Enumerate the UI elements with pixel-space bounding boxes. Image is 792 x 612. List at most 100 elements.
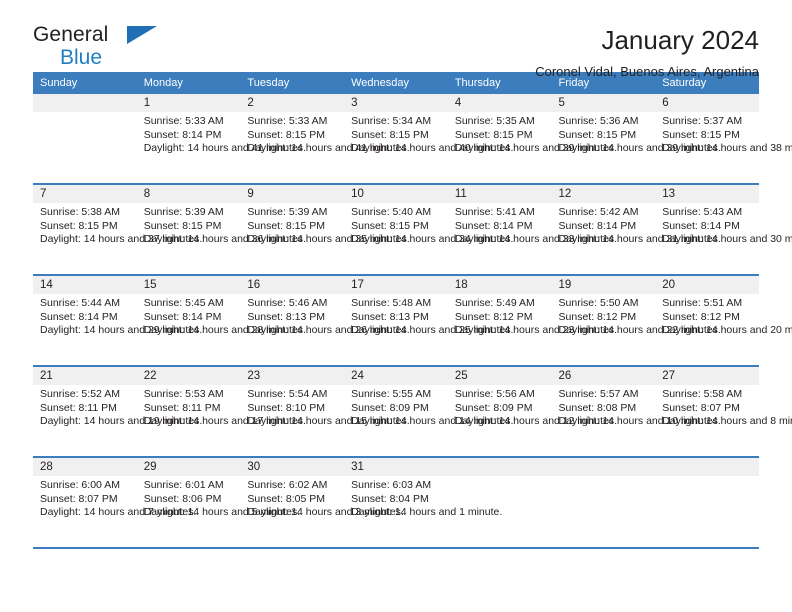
sunset-text: Sunset: 8:15 PM [558, 128, 637, 141]
calendar-day-cell[interactable]: 23 Sunrise: 5:54 AM Sunset: 8:10 PM Dayligh… [240, 366, 410, 458]
daylight-text: Daylight: 14 hours and 30 minutes. [662, 233, 792, 246]
day-info: Sunrise: 6:01 AM Sunset: 8:06 PM Daylight:… [137, 476, 300, 520]
sunset-text: Sunset: 8:08 PM [558, 401, 637, 414]
calendar-day-cell[interactable]: 6 Sunrise: 5:37 AM Sunset: 8:15 PM Daylight… [655, 94, 792, 185]
sunset-text: Sunset: 8:15 PM [662, 128, 740, 141]
sunrise-text: Sunrise: 5:44 AM [40, 297, 120, 309]
calendar-day-cell[interactable]: 2 Sunrise: 5:33 AM Sunset: 8:15 PM Daylight… [240, 94, 410, 185]
calendar-day-cell[interactable]: 1 Sunrise: 5:33 AM Sunset: 8:14 PM Daylight… [136, 94, 306, 185]
day-info: Sunrise: 5:46 AM Sunset: 8:13 PM Daylight:… [240, 294, 409, 338]
sunrise-text: Sunrise: 5:56 AM [454, 388, 535, 400]
title-block: January 2024 Coronel Vidal, Buenos Aires… [535, 24, 759, 80]
logo-text-blue: Blue [60, 46, 103, 69]
calendar-day-cell[interactable]: 9 Sunrise: 5:39 AM Sunset: 8:15 PM Daylight… [240, 184, 410, 276]
sunrise-text: Sunrise: 5:38 AM [40, 206, 120, 218]
calendar-day-cell[interactable]: 22 Sunrise: 5:53 AM Sunset: 8:11 PM Dayligh… [136, 366, 306, 458]
day-number: 14 [33, 276, 137, 294]
sunset-text: Sunset: 8:12 PM [558, 310, 637, 323]
day-info: Sunrise: 5:56 AM Sunset: 8:09 PM Daylight:… [448, 385, 617, 429]
calendar-day-cell[interactable]: 11 Sunrise: 5:41 AM Sunset: 8:14 PM Dayligh… [447, 184, 617, 276]
calendar-day-cell[interactable]: 14 Sunrise: 5:44 AM Sunset: 8:14 PM Dayligh… [33, 275, 202, 367]
calendar-day-cell[interactable]: 21 Sunrise: 5:52 AM Sunset: 8:11 PM Dayligh… [33, 366, 202, 458]
day-number: 30 [240, 458, 345, 476]
calendar-week-row: 7 Sunrise: 5:38 AM Sunset: 8:15 PM Daylight… [33, 184, 792, 276]
day-number: 23 [240, 367, 345, 385]
calendar-day-cell[interactable]: 31 Sunrise: 6:03 AM Sunset: 8:04 PM Dayligh… [344, 457, 502, 549]
calendar-cell-empty [655, 457, 759, 549]
day-number: 1 [136, 94, 241, 112]
calendar-day-cell[interactable]: 5 Sunrise: 5:36 AM Sunset: 8:15 PM Daylight… [551, 94, 721, 185]
calendar-day-cell[interactable]: 30 Sunrise: 6:02 AM Sunset: 8:05 PM Dayligh… [240, 457, 404, 549]
calendar-day-cell[interactable]: 19 Sunrise: 5:50 AM Sunset: 8:12 PM Dayligh… [551, 275, 721, 367]
day-info: Sunrise: 5:57 AM Sunset: 8:08 PM Daylight:… [552, 385, 721, 429]
day-cell-inner [655, 458, 759, 547]
day-info: Sunrise: 5:53 AM Sunset: 8:11 PM Daylight:… [137, 385, 306, 429]
sunset-text: Sunset: 8:14 PM [454, 219, 533, 232]
sunrise-text: Sunrise: 5:33 AM [247, 115, 328, 127]
logo-triangle-icon [127, 26, 157, 44]
day-cell-inner: 8 Sunrise: 5:39 AM Sunset: 8:15 PM Daylight… [136, 185, 306, 274]
sunrise-text: Sunrise: 5:41 AM [454, 206, 535, 218]
day-cell-inner: 23 Sunrise: 5:54 AM Sunset: 8:10 PM Dayligh… [240, 367, 410, 456]
day-number: 31 [344, 458, 448, 476]
weekday-header-wednesday: Wednesday [344, 72, 448, 94]
sunset-text: Sunset: 8:15 PM [351, 219, 429, 232]
day-cell-inner: 9 Sunrise: 5:39 AM Sunset: 8:15 PM Daylight… [240, 185, 410, 274]
daylight-text: Daylight: 14 hours and 22 minutes. [558, 324, 721, 337]
calendar-day-cell[interactable]: 27 Sunrise: 5:58 AM Sunset: 8:07 PM Dayligh… [655, 366, 792, 458]
sunrise-text: Sunrise: 5:57 AM [558, 388, 639, 400]
calendar-day-cell[interactable]: 25 Sunrise: 5:56 AM Sunset: 8:09 PM Dayligh… [447, 366, 617, 458]
sunset-text: Sunset: 8:14 PM [143, 310, 222, 323]
day-info: Sunrise: 5:33 AM Sunset: 8:15 PM Daylight:… [240, 112, 409, 156]
calendar-week-row: 14 Sunrise: 5:44 AM Sunset: 8:14 PM Dayligh… [33, 275, 792, 367]
daylight-text: Daylight: 14 hours and 28 minutes. [143, 324, 306, 337]
calendar-day-cell[interactable]: 16 Sunrise: 5:46 AM Sunset: 8:13 PM Dayligh… [240, 275, 410, 367]
calendar-day-cell[interactable]: 4 Sunrise: 5:35 AM Sunset: 8:15 PM Daylight… [447, 94, 618, 185]
calendar-day-cell[interactable]: 29 Sunrise: 6:01 AM Sunset: 8:06 PM Dayligh… [136, 457, 300, 549]
day-number: 26 [551, 367, 656, 385]
calendar-day-cell[interactable]: 17 Sunrise: 5:48 AM Sunset: 8:13 PM Dayligh… [344, 275, 513, 367]
day-cell-inner: 11 Sunrise: 5:41 AM Sunset: 8:14 PM Dayligh… [447, 185, 617, 274]
day-info: Sunrise: 5:35 AM Sunset: 8:15 PM Daylight:… [448, 112, 618, 156]
day-cell-inner: 1 Sunrise: 5:33 AM Sunset: 8:14 PM Daylight… [136, 94, 306, 183]
calendar-day-cell[interactable]: 18 Sunrise: 5:49 AM Sunset: 8:12 PM Dayligh… [447, 275, 617, 367]
daylight-text: Daylight: 14 hours and 38 minutes. [662, 142, 792, 155]
calendar-day-cell[interactable]: 15 Sunrise: 5:45 AM Sunset: 8:14 PM Dayligh… [136, 275, 306, 367]
day-number: 7 [33, 185, 137, 203]
daylight-text: Daylight: 14 hours and 15 minutes. [247, 415, 410, 428]
calendar-day-cell[interactable]: 12 Sunrise: 5:42 AM Sunset: 8:14 PM Dayligh… [551, 184, 721, 276]
day-cell-inner: 29 Sunrise: 6:01 AM Sunset: 8:06 PM Dayligh… [136, 458, 300, 547]
calendar-table: Sunday Monday Tuesday Wednesday Thursday Frid… [33, 72, 792, 549]
calendar-day-cell[interactable]: 24 Sunrise: 5:55 AM Sunset: 8:09 PM Dayligh… [344, 366, 513, 458]
calendar-day-cell[interactable]: 7 Sunrise: 5:38 AM Sunset: 8:15 PM Daylight… [33, 184, 202, 276]
calendar-day-cell[interactable]: 10 Sunrise: 5:40 AM Sunset: 8:15 PM Dayligh… [344, 184, 514, 276]
day-info: Sunrise: 5:50 AM Sunset: 8:12 PM Daylight:… [552, 294, 721, 338]
day-info: Sunrise: 5:36 AM Sunset: 8:15 PM Daylight:… [552, 112, 721, 156]
calendar-page: General Blue January 2024 Coronel Vidal,… [0, 0, 792, 612]
daylight-text: Daylight: 14 hours and 39 minutes. [454, 142, 618, 155]
day-number: 15 [136, 276, 241, 294]
day-info: Sunrise: 5:44 AM Sunset: 8:14 PM Daylight:… [33, 294, 202, 338]
day-info: Sunrise: 6:02 AM Sunset: 8:05 PM Daylight:… [240, 476, 403, 520]
sunset-text: Sunset: 8:13 PM [351, 310, 429, 323]
day-info: Sunrise: 5:33 AM Sunset: 8:14 PM Daylight:… [137, 112, 306, 156]
sunrise-text: Sunrise: 5:55 AM [351, 388, 432, 400]
day-number: 20 [655, 276, 759, 294]
sunset-text: Sunset: 8:09 PM [351, 401, 429, 414]
day-number: 17 [344, 276, 448, 294]
sunrise-text: Sunrise: 5:58 AM [662, 388, 743, 400]
day-info: Sunrise: 5:54 AM Sunset: 8:10 PM Daylight:… [240, 385, 410, 429]
sunset-text: Sunset: 8:09 PM [454, 401, 533, 414]
calendar-day-cell[interactable]: 28 Sunrise: 6:00 AM Sunset: 8:07 PM Dayligh… [33, 457, 196, 549]
sunset-text: Sunset: 8:14 PM [40, 310, 118, 323]
day-cell-inner: 13 Sunrise: 5:43 AM Sunset: 8:14 PM Dayligh… [655, 185, 792, 274]
calendar-day-cell[interactable]: 20 Sunrise: 5:51 AM Sunset: 8:12 PM Dayligh… [655, 275, 792, 367]
day-info: Sunrise: 5:42 AM Sunset: 8:14 PM Daylight:… [552, 203, 721, 247]
calendar-day-cell[interactable]: 3 Sunrise: 5:34 AM Sunset: 8:15 PM Daylight… [344, 94, 513, 185]
day-cell-inner: 2 Sunrise: 5:33 AM Sunset: 8:15 PM Daylight… [240, 94, 410, 183]
daylight-text: Daylight: 14 hours and 34 minutes. [351, 233, 514, 246]
calendar-day-cell[interactable]: 13 Sunrise: 5:43 AM Sunset: 8:14 PM Dayligh… [655, 184, 792, 276]
calendar-day-cell[interactable]: 8 Sunrise: 5:39 AM Sunset: 8:15 PM Daylight… [136, 184, 306, 276]
day-cell-inner [551, 458, 656, 547]
calendar-day-cell[interactable]: 26 Sunrise: 5:57 AM Sunset: 8:08 PM Dayligh… [551, 366, 721, 458]
